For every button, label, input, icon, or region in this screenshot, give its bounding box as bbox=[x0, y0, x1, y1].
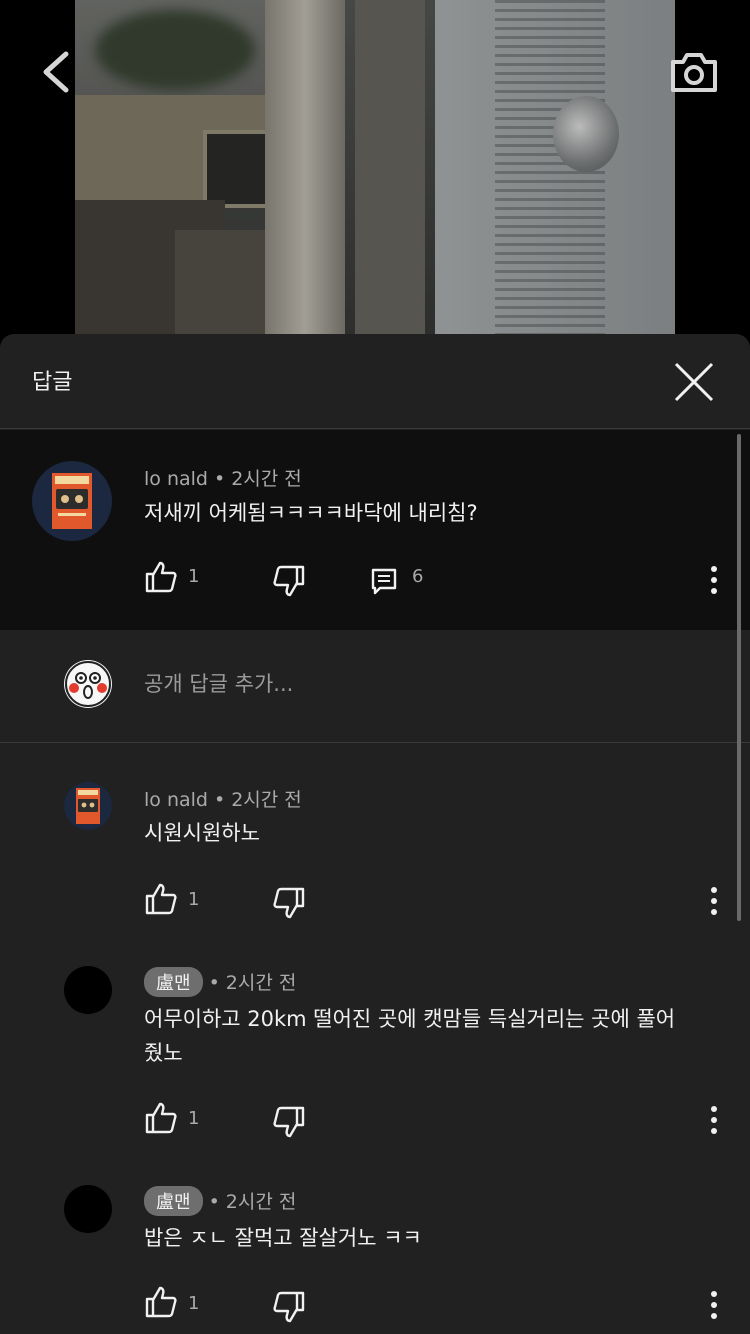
meta-separator-dot: • bbox=[213, 468, 226, 490]
add-reply-row[interactable]: 공개 답글 추가... bbox=[0, 630, 750, 743]
reply-count: 6 bbox=[412, 566, 424, 587]
avatar bbox=[64, 660, 112, 708]
more-vert-icon bbox=[711, 1291, 717, 1319]
thumbs-down-icon bbox=[273, 887, 305, 919]
avatar[interactable] bbox=[64, 1185, 112, 1233]
video-frame-shade bbox=[75, 0, 675, 334]
comment-meta: 盧맨 • 2시간 전 bbox=[144, 967, 296, 997]
thumbs-up-icon bbox=[145, 561, 177, 593]
camera-button[interactable] bbox=[668, 48, 720, 96]
more-vert-icon bbox=[711, 887, 717, 915]
like-button[interactable] bbox=[144, 1285, 178, 1319]
chevron-left-icon bbox=[43, 51, 69, 93]
like-count: 1 bbox=[188, 889, 200, 910]
comment-author[interactable]: lo nald bbox=[144, 468, 208, 490]
comment-meta: lo nald • 2시간 전 bbox=[144, 464, 302, 491]
comment-text: 밥은 ㅈㄴ 잘먹고 잘살거노 ㅋㅋ bbox=[144, 1226, 422, 1250]
like-button[interactable] bbox=[144, 882, 178, 916]
comment-meta: lo nald • 2시간 전 bbox=[144, 785, 302, 812]
meta-separator-dot: • bbox=[208, 972, 220, 994]
retro-cassette-avatar-icon bbox=[52, 473, 92, 529]
dislike-button[interactable] bbox=[272, 886, 306, 920]
more-options-button[interactable] bbox=[702, 883, 726, 919]
avatar[interactable] bbox=[64, 782, 112, 830]
comment-time: 2시간 전 bbox=[225, 972, 297, 994]
camera-icon bbox=[671, 53, 717, 92]
more-options-button[interactable] bbox=[702, 1102, 726, 1138]
avatar[interactable] bbox=[64, 966, 112, 1014]
back-button[interactable] bbox=[34, 48, 78, 96]
dislike-button[interactable] bbox=[272, 1290, 306, 1324]
thumbs-up-icon bbox=[145, 1102, 177, 1134]
more-options-button[interactable] bbox=[702, 562, 726, 598]
more-options-button[interactable] bbox=[702, 1287, 726, 1323]
retro-cassette-avatar-icon bbox=[76, 788, 100, 824]
scrollbar[interactable] bbox=[737, 434, 741, 921]
comment-text: 시원시원하노 bbox=[144, 821, 260, 845]
thumbs-down-icon bbox=[273, 565, 305, 597]
cartoon-face-avatar-icon bbox=[65, 661, 111, 707]
comment-meta: 盧맨 • 2시간 전 bbox=[144, 1186, 296, 1216]
thumbs-up-icon bbox=[145, 1286, 177, 1318]
like-count: 1 bbox=[188, 1293, 200, 1314]
comment-text: 어무이하고 20km 떨어진 곳에 캣맘들 득실거리는 곳에 풀어 줬노 bbox=[144, 1002, 724, 1070]
comment-time: 2시간 전 bbox=[225, 1191, 297, 1213]
avatar[interactable] bbox=[32, 461, 112, 541]
close-icon bbox=[674, 362, 714, 402]
author-badge[interactable]: 盧맨 bbox=[144, 967, 203, 997]
more-vert-icon bbox=[711, 566, 717, 594]
video-player[interactable] bbox=[75, 0, 675, 334]
comment-time: 2시간 전 bbox=[231, 468, 302, 490]
replies-sheet: 답글 lo nald • 2시간 전 저새끼 어케됨ㅋㅋㅋㅋ바닥에 내리침? 1… bbox=[0, 334, 750, 1334]
dislike-button[interactable] bbox=[272, 564, 306, 598]
thumbs-up-icon bbox=[145, 883, 177, 915]
like-button[interactable] bbox=[144, 1101, 178, 1135]
reply-button[interactable] bbox=[370, 566, 398, 596]
like-button[interactable] bbox=[144, 560, 178, 594]
comment-text: 저새끼 어케됨ㅋㅋㅋㅋ바닥에 내리침? bbox=[144, 501, 478, 525]
dislike-button[interactable] bbox=[272, 1105, 306, 1139]
thumbs-down-icon bbox=[273, 1291, 305, 1323]
comment-text-line: 어무이하고 20km 떨어진 곳에 캣맘들 득실거리는 곳에 풀어 bbox=[144, 1007, 676, 1031]
like-count: 1 bbox=[188, 566, 200, 587]
sheet-header: 답글 bbox=[0, 334, 750, 429]
meta-separator-dot: • bbox=[213, 789, 226, 811]
like-count: 1 bbox=[188, 1108, 200, 1129]
comment-author[interactable]: lo nald bbox=[144, 789, 208, 811]
comment-icon bbox=[371, 568, 397, 595]
comment-text-line: 줬노 bbox=[144, 1041, 183, 1065]
comment-time: 2시간 전 bbox=[231, 789, 302, 811]
sheet-title: 답글 bbox=[32, 370, 73, 395]
add-reply-input[interactable]: 공개 답글 추가... bbox=[144, 668, 293, 698]
parent-comment: lo nald • 2시간 전 저새끼 어케됨ㅋㅋㅋㅋ바닥에 내리침? 1 6 bbox=[0, 430, 750, 630]
thumbs-down-icon bbox=[273, 1106, 305, 1138]
close-button[interactable] bbox=[672, 360, 716, 404]
author-badge[interactable]: 盧맨 bbox=[144, 1186, 203, 1216]
meta-separator-dot: • bbox=[208, 1191, 220, 1213]
more-vert-icon bbox=[711, 1106, 717, 1134]
